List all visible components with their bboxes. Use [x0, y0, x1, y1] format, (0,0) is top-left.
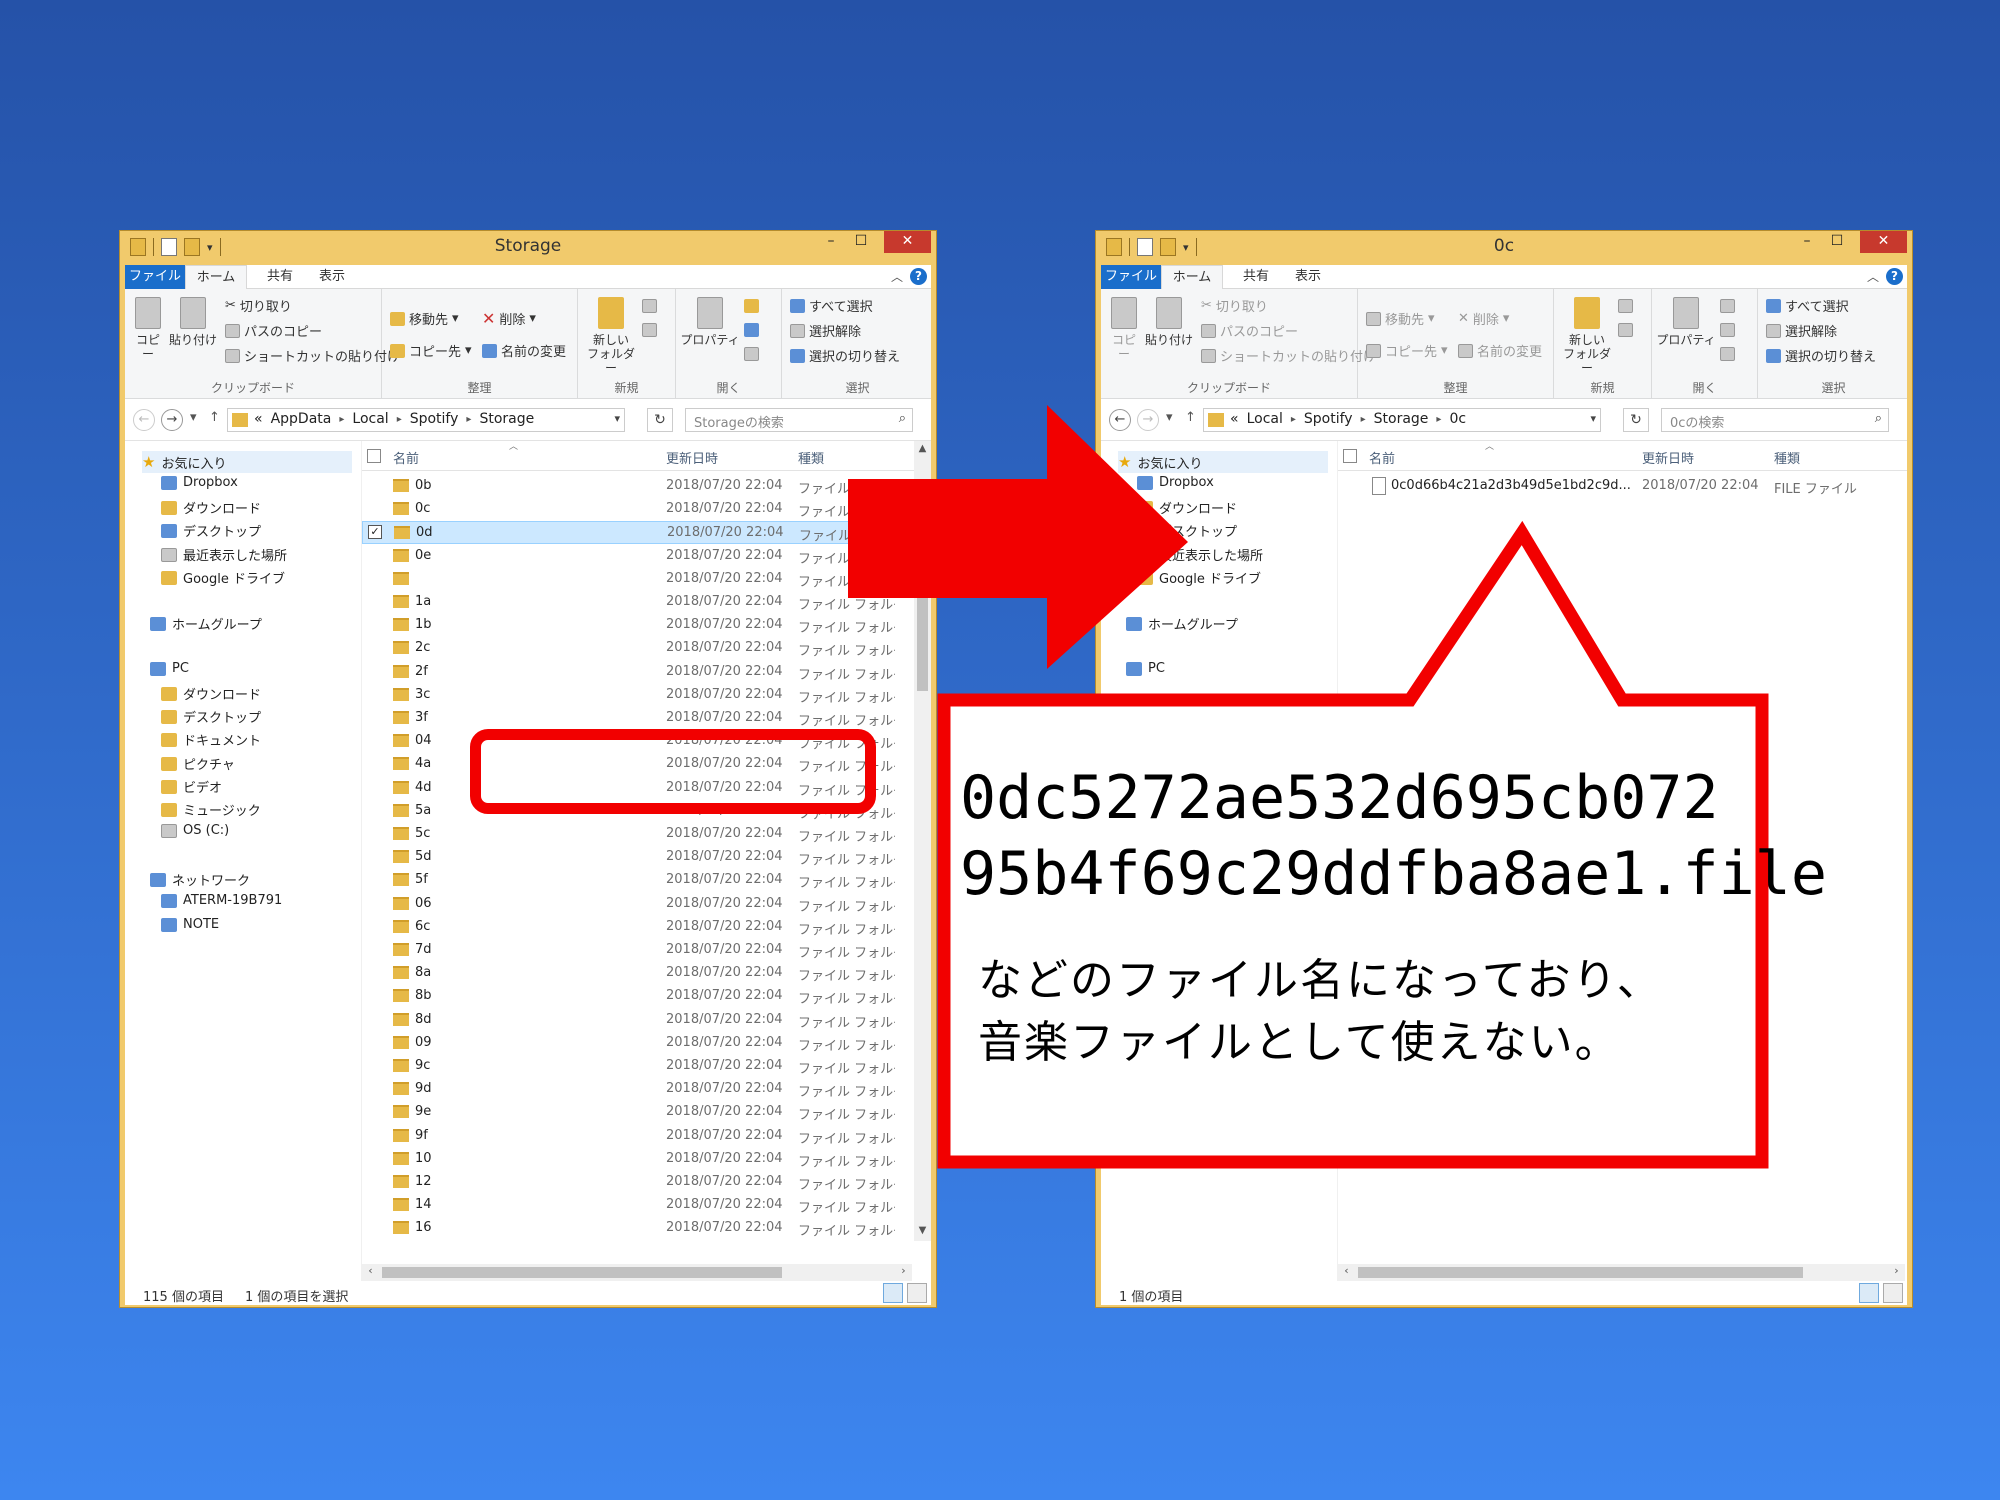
speech-bubble-message: などのファイル名になっており、 音楽ファイルとして使えない。: [978, 950, 1663, 1074]
annotation-arrow: [848, 405, 1188, 669]
message-line-2: 音楽ファイルとして使えない。: [978, 1017, 1621, 1068]
speech-bubble-filename: 0dc5272ae532d695cb072 95b4f69c29ddfba8ae…: [960, 760, 1827, 912]
filename-line-1: 0dc5272ae532d695cb072: [960, 763, 1719, 833]
message-line-1: などのファイル名になっており、: [978, 955, 1663, 1006]
annotation-overlay: [848, 405, 1769, 1169]
filename-line-2: 95b4f69c29ddfba8ae1.file: [960, 839, 1827, 909]
